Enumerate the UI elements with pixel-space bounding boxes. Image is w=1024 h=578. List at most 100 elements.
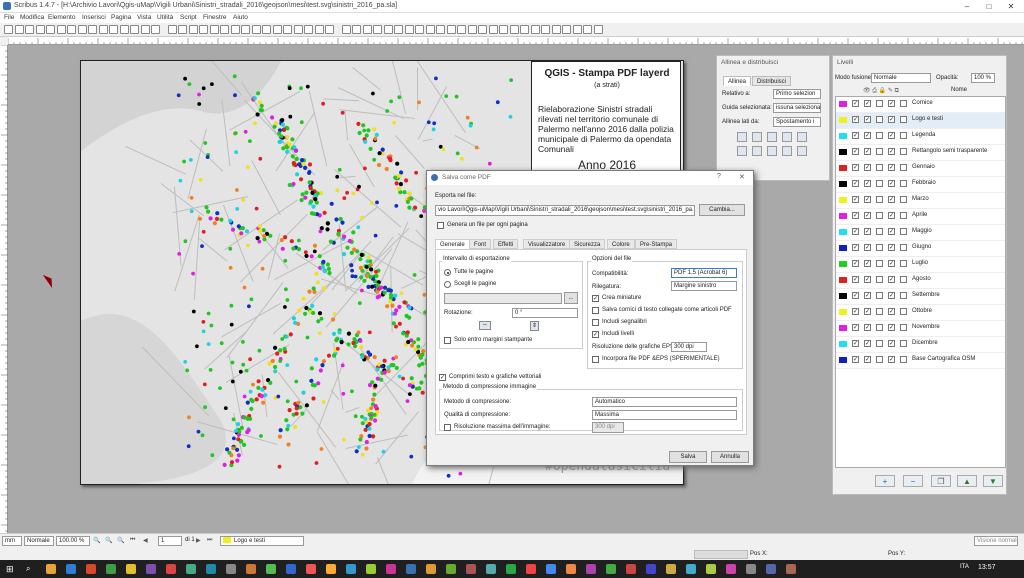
toolbar-tool-icon[interactable] xyxy=(383,25,393,34)
layer-option-checkbox[interactable]: ✓ xyxy=(864,324,871,331)
toolbar-tool-icon[interactable] xyxy=(341,25,351,34)
layer-option-checkbox[interactable]: ✓ xyxy=(852,324,859,331)
layer-option-checkbox[interactable] xyxy=(876,228,883,235)
max-res-checkbox[interactable] xyxy=(444,424,451,431)
tab-allinea[interactable]: Allinea xyxy=(723,76,752,86)
taskbar-app-icon[interactable] xyxy=(486,564,496,574)
tab-sicurezza[interactable]: Sicurezza xyxy=(569,239,606,249)
toolbar-tool-icon[interactable] xyxy=(293,25,303,34)
layer-option-checkbox[interactable] xyxy=(900,164,907,171)
layer-option-checkbox[interactable]: ✓ xyxy=(864,100,871,107)
toolbar-tool-icon[interactable] xyxy=(325,25,334,34)
layer-row[interactable]: ✓ ✓ ✓ Agosto xyxy=(836,273,1005,289)
layer-option-checkbox[interactable]: ✓ xyxy=(864,292,871,299)
layer-option-checkbox[interactable]: ✓ xyxy=(888,244,895,251)
layer-row[interactable]: ✓ ✓ ✓ Gennaio xyxy=(836,161,1005,177)
taskbar-app-icon[interactable] xyxy=(46,564,56,574)
layer-option-checkbox[interactable]: ✓ xyxy=(888,308,895,315)
taskbar-app-icon[interactable] xyxy=(786,564,796,574)
layer-option-checkbox[interactable]: ✓ xyxy=(864,356,871,363)
layer-option-checkbox[interactable]: ✓ xyxy=(852,132,859,139)
taskbar-app-icon[interactable] xyxy=(546,564,556,574)
align-bottom-out-icon[interactable] xyxy=(782,146,792,156)
guide-select[interactable]: issuna selezionata xyxy=(773,103,821,113)
taskbar-app-icon[interactable] xyxy=(686,564,696,574)
toolbar-tool-icon[interactable] xyxy=(151,25,160,34)
tab-effetti[interactable]: Effetti xyxy=(493,239,519,249)
layer-option-checkbox[interactable]: ✓ xyxy=(864,148,871,155)
lower-layer-button[interactable]: ▼ xyxy=(983,475,1003,487)
compress-vector-checkbox[interactable]: ✓ xyxy=(439,374,446,381)
layer-option-checkbox[interactable]: ✓ xyxy=(888,132,895,139)
blend-mode-select[interactable]: Normale xyxy=(871,73,931,83)
toolbar-tool-icon[interactable] xyxy=(56,25,66,34)
toolbar-tool-icon[interactable] xyxy=(467,25,477,34)
layer-option-checkbox[interactable] xyxy=(900,196,907,203)
taskbar-app-icon[interactable] xyxy=(106,564,116,574)
toolbar-tool-icon[interactable] xyxy=(362,25,372,34)
mirror-horizontal-icon[interactable]: ⇔ xyxy=(479,321,491,330)
taskbar-app-icon[interactable] xyxy=(406,564,416,574)
layer-option-checkbox[interactable]: ✓ xyxy=(864,116,871,123)
sides-select[interactable]: Spostamento i xyxy=(773,117,821,127)
taskbar-app-icon[interactable] xyxy=(366,564,376,574)
layer-option-checkbox[interactable] xyxy=(900,212,907,219)
layer-option-checkbox[interactable]: ✓ xyxy=(852,276,859,283)
toolbar-tool-icon[interactable] xyxy=(209,25,219,34)
mirror-vertical-icon[interactable]: ⇕ xyxy=(530,321,539,331)
start-windows-icon[interactable]: ⊞ xyxy=(6,564,16,574)
thumbnails-checkbox[interactable]: ✓ xyxy=(592,295,599,302)
toolbar-tool-icon[interactable] xyxy=(314,25,324,34)
menu-script[interactable]: Script xyxy=(180,14,197,21)
taskbar-app-icon[interactable] xyxy=(146,564,156,574)
toolbar-tool-icon[interactable] xyxy=(130,25,139,34)
one-file-per-page-checkbox[interactable] xyxy=(437,222,444,229)
margins-only-checkbox[interactable] xyxy=(444,337,451,344)
dialog-close-button[interactable]: ✕ xyxy=(739,173,745,181)
cancel-button[interactable]: Annulla xyxy=(711,451,749,463)
horizontal-ruler[interactable] xyxy=(8,37,1024,45)
toolbar-tool-icon[interactable] xyxy=(46,25,55,34)
toolbar-tool-icon[interactable] xyxy=(35,25,45,34)
layer-option-checkbox[interactable] xyxy=(876,212,883,219)
toolbar-tool-icon[interactable] xyxy=(199,25,208,34)
toolbar-tool-icon[interactable] xyxy=(446,25,456,34)
language-indicator[interactable]: ITA xyxy=(960,564,969,570)
layer-option-checkbox[interactable]: ✓ xyxy=(852,292,859,299)
menu-vista[interactable]: Vista xyxy=(137,14,151,21)
layer-option-checkbox[interactable]: ✓ xyxy=(864,212,871,219)
toolbar-tool-icon[interactable] xyxy=(530,25,540,34)
layer-option-checkbox[interactable]: ✓ xyxy=(888,276,895,283)
layer-option-checkbox[interactable]: ✓ xyxy=(864,180,871,187)
vertical-ruler[interactable] xyxy=(0,44,8,533)
layer-option-checkbox[interactable] xyxy=(876,100,883,107)
layer-option-checkbox[interactable] xyxy=(876,292,883,299)
comp-quality-select[interactable]: Massima xyxy=(592,410,737,420)
toolbar-tool-icon[interactable] xyxy=(119,25,129,34)
taskbar-app-icon[interactable] xyxy=(706,564,716,574)
toolbar-tool-icon[interactable] xyxy=(220,25,229,34)
unit-select[interactable]: mm xyxy=(2,536,22,546)
toolbar-tool-icon[interactable] xyxy=(88,25,97,34)
menu-modifica[interactable]: Modifica xyxy=(20,14,44,21)
toolbar-tool-icon[interactable] xyxy=(251,25,261,34)
align-top-out-icon[interactable] xyxy=(797,146,807,156)
layer-row[interactable]: ✓ ✓ ✓ Base Cartografica OSM xyxy=(836,353,1005,369)
taskbar-app-icon[interactable] xyxy=(226,564,236,574)
menu-file[interactable]: File xyxy=(4,14,14,21)
layer-option-checkbox[interactable]: ✓ xyxy=(888,116,895,123)
toolbar-tool-icon[interactable] xyxy=(373,25,382,34)
layer-option-checkbox[interactable]: ✓ xyxy=(852,260,859,267)
menu-utilita[interactable]: Utilità xyxy=(157,14,173,21)
layer-option-checkbox[interactable]: ✓ xyxy=(888,340,895,347)
change-file-button[interactable]: Cambia... xyxy=(699,204,745,216)
layer-option-checkbox[interactable] xyxy=(900,276,907,283)
file-path-input[interactable]: vio Lavori\Qgis-uMap\Vigili Urbani\Sinis… xyxy=(435,205,695,216)
layer-row[interactable]: ✓ ✓ ✓ Cornice xyxy=(836,97,1005,113)
taskbar-app-icon[interactable] xyxy=(346,564,356,574)
layer-row[interactable]: ✓ ✓ ✓ Novembre xyxy=(836,321,1005,337)
minimize-button[interactable]: – xyxy=(956,1,978,12)
toolbar-tool-icon[interactable] xyxy=(241,25,250,34)
toolbar-tool-icon[interactable] xyxy=(304,25,313,34)
layer-option-checkbox[interactable] xyxy=(900,244,907,251)
